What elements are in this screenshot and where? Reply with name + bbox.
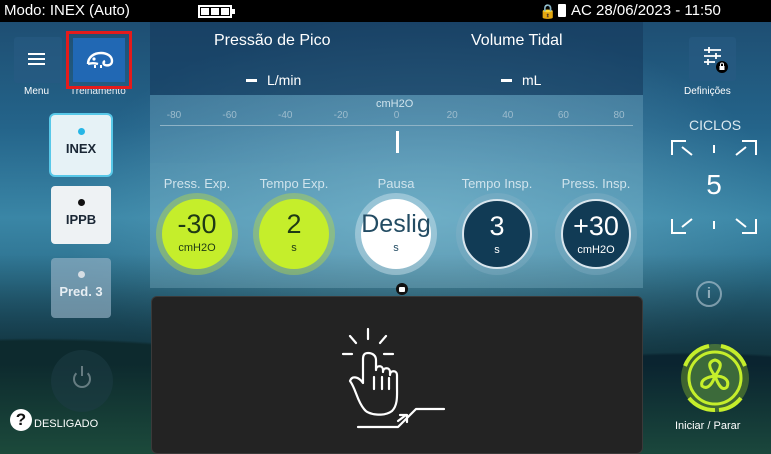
param-tempo-insp[interactable]: Tempo Insp. 3 s — [452, 163, 542, 269]
scale-ticks: -80 -60 -40 -20 0 20 40 60 80 — [150, 109, 643, 125]
tidal-volume-label: Volume Tidal — [471, 32, 563, 49]
peak-pressure-value — [246, 78, 257, 82]
peak-pressure-unit: L/min — [267, 72, 302, 88]
touch-gesture-icon — [341, 327, 446, 429]
param-value: Deslig — [361, 210, 431, 238]
param-press-insp[interactable]: Press. Insp. +30 cmH2O — [551, 163, 641, 269]
param-knob[interactable]: Deslig s — [361, 199, 431, 269]
param-label: Pausa — [377, 176, 415, 191]
scale-tick-label: 20 — [446, 110, 458, 121]
menu-button[interactable] — [14, 37, 62, 83]
training-button[interactable] — [66, 31, 132, 89]
param-knob[interactable]: 2 s — [259, 199, 329, 269]
param-value: 2 — [286, 209, 302, 239]
mode-pred3-label: Pred. 3 — [59, 284, 103, 299]
scale-tick-label: 80 — [613, 110, 625, 121]
param-press-exp[interactable]: Press. Exp. -30 cmH2O — [152, 163, 242, 269]
param-value: -30 — [177, 209, 217, 239]
start-stop-button[interactable] — [669, 340, 761, 420]
pressure-scale: cmH2O -80 -60 -40 -20 0 20 40 60 80 — [150, 95, 643, 163]
lock-icon: 🔒 — [539, 3, 557, 19]
scale-tick-label: -80 — [166, 110, 182, 121]
cycles-counter[interactable]: 5 — [670, 139, 758, 235]
param-tempo-exp[interactable]: Tempo Exp. 2 s — [249, 163, 339, 269]
param-unit: cmH2O — [577, 244, 615, 256]
settings-button[interactable] — [689, 37, 736, 81]
peak-pressure-label: Pressão de Pico — [214, 32, 331, 49]
status-bar: Modo: INEX (Auto) 🔒 AC 28/06/2023 - 11:5… — [0, 0, 771, 22]
param-label: Press. Exp. — [163, 176, 231, 191]
battery-icon — [198, 5, 235, 18]
mode-indicator-dot — [77, 128, 85, 135]
scale-tick-label: 60 — [557, 110, 569, 121]
lock-icon — [396, 283, 408, 295]
tidal-volume-value — [501, 78, 512, 82]
param-unit: s — [393, 242, 399, 254]
tidal-volume-unit: mL — [522, 72, 542, 88]
param-knob[interactable]: -30 cmH2O — [162, 199, 232, 269]
cycles-value: 5 — [706, 169, 722, 200]
param-value: +30 — [573, 211, 619, 241]
help-icon[interactable]: ? — [10, 409, 32, 431]
mode-indicator: Modo: INEX (Auto) — [4, 2, 130, 19]
power-icon — [73, 366, 91, 388]
mode-ippb-label: IPPB — [65, 212, 97, 227]
mode-inex-label: INEX — [65, 141, 97, 156]
param-label: Tempo Exp. — [259, 176, 329, 191]
sliders-icon — [704, 47, 728, 73]
tidal-volume-readout: mL — [501, 72, 541, 88]
menu-label: Menu — [24, 86, 50, 97]
mode-indicator-dot — [77, 271, 85, 278]
chameleon-icon — [86, 51, 114, 68]
mode-indicator-dot — [77, 199, 85, 206]
info-icon[interactable]: i — [696, 281, 722, 307]
cycles-label: CICLOS — [689, 117, 742, 133]
mode-inex-button[interactable]: INEX — [51, 115, 111, 175]
mode-ippb-button[interactable]: IPPB — [51, 186, 111, 244]
pressure-marker — [396, 131, 399, 153]
scale-tick-label: -20 — [333, 110, 349, 121]
readouts-panel: Pressão de Pico L/min Volume Tidal mL — [150, 22, 643, 95]
scale-tick-label: -60 — [222, 110, 237, 121]
mode-pred3-button[interactable]: Pred. 3 — [51, 258, 111, 318]
param-unit: cmH2O — [178, 242, 216, 254]
param-label: Tempo Insp. — [461, 176, 533, 191]
touch-trigger-area[interactable] — [151, 296, 643, 454]
power-button[interactable] — [51, 350, 113, 412]
param-unit: s — [494, 244, 500, 256]
param-unit: s — [291, 242, 297, 254]
param-pausa[interactable]: Pausa Deslig s — [351, 163, 441, 269]
param-knob[interactable]: 3 s — [462, 199, 532, 269]
start-stop-label: Iniciar / Parar — [675, 420, 741, 432]
settings-label: Definições — [684, 86, 731, 97]
fan-icon — [681, 344, 749, 412]
device-status: DESLIGADO — [34, 418, 99, 430]
scale-tick-label: -40 — [278, 110, 293, 121]
parameters-panel: Press. Exp. -30 cmH2O Tempo Exp. 2 s Pau… — [150, 163, 643, 295]
scale-tick-label: 0 — [393, 110, 400, 121]
power-datetime: AC 28/06/2023 - 11:50 — [571, 2, 721, 19]
scale-axis-line — [160, 125, 633, 126]
scale-tick-label: 40 — [502, 110, 514, 121]
hamburger-icon — [28, 53, 45, 65]
power-plug-icon — [558, 4, 566, 17]
param-knob[interactable]: +30 cmH2O — [561, 199, 631, 269]
param-label: Press. Insp. — [561, 176, 631, 191]
peak-pressure-readout: L/min — [246, 72, 301, 88]
param-value: 3 — [489, 211, 505, 241]
